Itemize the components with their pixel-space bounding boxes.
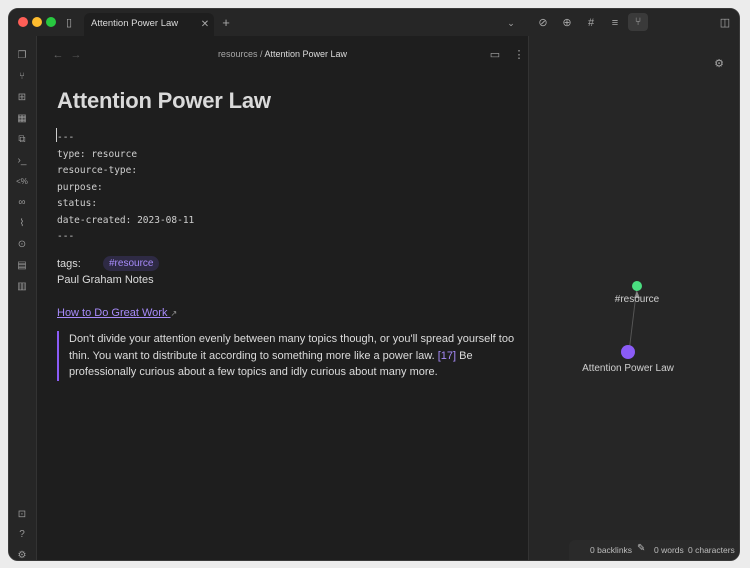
edit-icon[interactable]: ✎: [637, 543, 645, 554]
map-pin-icon[interactable]: ⊙: [15, 238, 29, 252]
plus-icon[interactable]: +: [219, 16, 233, 30]
maximize-window-button[interactable]: [46, 17, 56, 27]
external-link-text[interactable]: How to Do Great Work: [57, 307, 167, 319]
canvas-icon[interactable]: ⊞: [15, 91, 29, 105]
link-icon[interactable]: ∞: [15, 196, 29, 210]
close-window-button[interactable]: [18, 17, 28, 27]
attachment-icon[interactable]: ⌇: [15, 217, 29, 231]
external-link[interactable]: How to Do Great Work ↗: [57, 307, 177, 319]
breadcrumb: resources / Attention Power Law: [37, 49, 528, 59]
external-link-icon: ↗: [170, 309, 178, 318]
files-icon[interactable]: ❐: [15, 49, 29, 63]
table-icon[interactable]: ▥: [15, 280, 29, 294]
frontmatter[interactable]: --- type: resource resource-type: purpos…: [57, 130, 194, 246]
title-bar: ▯ Attention Power Law ✕ + ⌄ ⊘ ⊕ # ≡ ⑂ ◫: [9, 9, 739, 37]
calendar-icon[interactable]: ▦: [15, 112, 29, 126]
close-icon[interactable]: ✕: [198, 18, 212, 32]
layout-icon[interactable]: ▤: [15, 259, 29, 273]
status-bar: 0 backlinks ✎ 0 words 0 characters: [569, 540, 739, 560]
footnote-ref[interactable]: [17]: [438, 350, 456, 362]
tab-title: Attention Power Law: [91, 18, 179, 29]
word-count: 0 words: [654, 545, 684, 555]
list-icon[interactable]: ≡: [608, 16, 622, 30]
graph-node-label-current: Attention Power Law: [582, 363, 674, 374]
settings-icon[interactable]: ⚙: [15, 549, 29, 560]
right-sidebar-icon[interactable]: ◫: [718, 16, 732, 30]
chevron-down-icon[interactable]: ⌄: [504, 16, 518, 30]
graph-node-current-note[interactable]: [621, 345, 635, 359]
editor-pane: ← → resources / Attention Power Law ▭ ⋮ …: [37, 36, 528, 560]
character-count: 0 characters: [688, 545, 735, 555]
note-title: Attention Power Law: [57, 88, 271, 113]
link-icon[interactable]: ⊘: [536, 16, 550, 30]
graph-node-label-resource: #resource: [614, 294, 660, 305]
help-icon[interactable]: ?: [15, 528, 29, 542]
breadcrumb-separator: /: [259, 49, 263, 59]
tab-attention-power-law[interactable]: Attention Power Law ✕: [84, 13, 214, 37]
hash-icon[interactable]: #: [584, 16, 598, 30]
minimize-window-button[interactable]: [32, 17, 42, 27]
reading-view-icon[interactable]: ▭: [488, 48, 502, 62]
blockquote: Don't divide your attention evenly betwe…: [57, 331, 519, 381]
graph-view-icon[interactable]: ⑂: [15, 70, 29, 84]
graph-icon[interactable]: ⑂: [628, 13, 648, 31]
left-ribbon: ❐ ⑂ ⊞ ▦ ⧉ ›_ <% ∞ ⌇ ⊙ ▤ ▥ ⊡ ? ⚙: [9, 36, 37, 560]
link-plus-icon[interactable]: ⊕: [560, 16, 574, 30]
copy-icon[interactable]: ⧉: [15, 133, 29, 147]
tag-resource[interactable]: #resource: [103, 256, 160, 271]
terminal-icon[interactable]: ›_: [15, 154, 29, 168]
tags-row: tags: #resource: [57, 256, 160, 271]
tags-label: tags:: [57, 258, 81, 270]
vault-icon[interactable]: ⊡: [15, 508, 29, 522]
app-window: ▯ Attention Power Law ✕ + ⌄ ⊘ ⊕ # ≡ ⑂ ◫ …: [8, 8, 740, 561]
more-options-icon[interactable]: ⋮: [512, 48, 526, 62]
graph-node-resource[interactable]: [632, 281, 642, 291]
template-icon[interactable]: <%: [15, 175, 29, 189]
sidebar-toggle-icon[interactable]: ▯: [62, 16, 76, 30]
breadcrumb-folder[interactable]: resources: [218, 49, 258, 59]
local-graph-pane: ⚙ #resource Attention Power Law 0 backli…: [528, 36, 739, 560]
backlinks-count[interactable]: 0 backlinks: [590, 545, 632, 555]
source-line: Paul Graham Notes: [57, 274, 154, 286]
breadcrumb-current[interactable]: Attention Power Law: [265, 49, 348, 59]
